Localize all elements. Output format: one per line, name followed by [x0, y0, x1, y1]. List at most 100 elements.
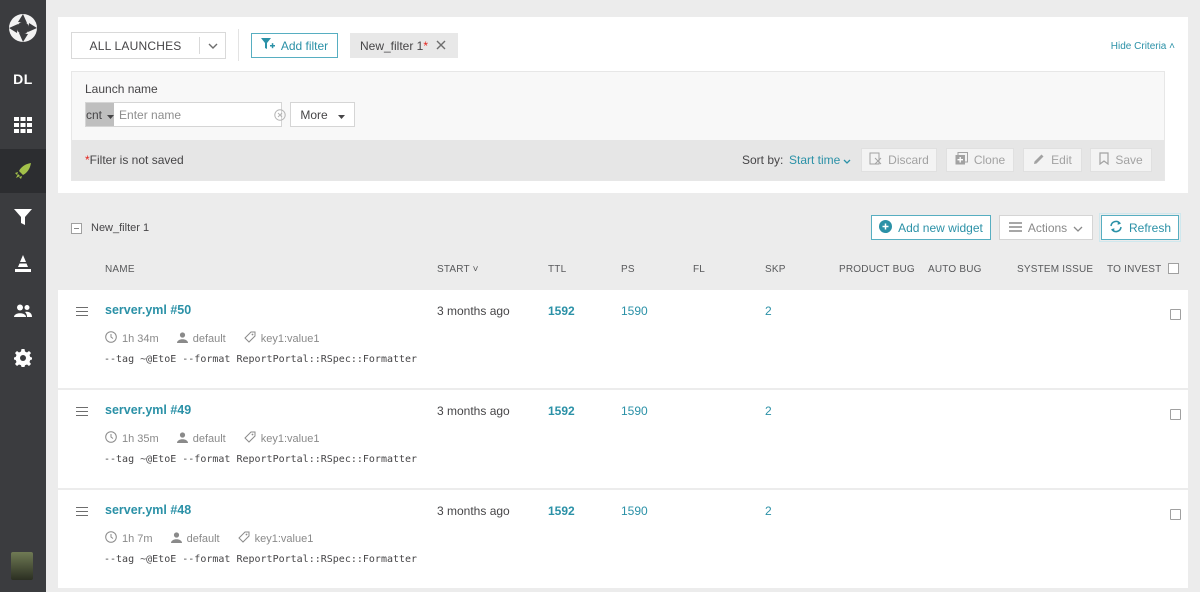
col-name[interactable]: NAME: [105, 264, 135, 275]
filters-icon[interactable]: [0, 195, 46, 239]
launch-meta: 1h 7m default key1:value1: [105, 531, 325, 546]
launch-meta: 1h 35m default key1:value1: [105, 431, 331, 446]
launch-name-link[interactable]: server.yml #49: [105, 403, 191, 417]
launch-name-input[interactable]: [114, 103, 275, 126]
launches-list: New_filter 1 Add new widget Actions Refr…: [58, 203, 1188, 592]
col-ttl[interactable]: TTL: [548, 264, 566, 275]
user-icon: [170, 531, 182, 546]
clock-icon: [105, 531, 117, 546]
menu-icon[interactable]: [76, 307, 88, 316]
tag-icon: [237, 531, 250, 546]
avatar[interactable]: [11, 552, 33, 580]
sort-by-label: Sort by:: [742, 153, 784, 167]
actions-dropdown[interactable]: Actions: [999, 215, 1093, 240]
launch-description: --tag ~@EtoE --format ReportPortal::RSpe…: [104, 354, 418, 365]
tag-icon: [244, 431, 256, 446]
add-filter-button[interactable]: Add filter: [251, 33, 338, 58]
start-time: 3 months ago: [437, 504, 510, 518]
refresh-button[interactable]: Refresh: [1099, 213, 1181, 242]
plus-circle-icon: [879, 219, 893, 236]
tag[interactable]: key1:value1: [255, 533, 314, 545]
sidebar: DL: [0, 0, 46, 592]
launch-description: --tag ~@EtoE --format ReportPortal::RSpe…: [104, 554, 418, 565]
table-row: server.yml #48 1h 7m default key1:value1…: [58, 490, 1188, 588]
row-checkbox[interactable]: [1170, 309, 1181, 320]
col-start[interactable]: START ˅: [437, 264, 479, 275]
ttl-count[interactable]: 1592: [548, 304, 575, 318]
col-to-invest[interactable]: TO INVEST: [1107, 264, 1161, 275]
ps-count[interactable]: 1590: [621, 404, 648, 418]
unsaved-star: *: [423, 38, 429, 53]
launch-name-link[interactable]: server.yml #50: [105, 303, 191, 317]
members-icon[interactable]: [0, 289, 46, 333]
menu-icon[interactable]: [76, 407, 88, 416]
ttl-count[interactable]: 1592: [548, 504, 575, 518]
debug-icon[interactable]: [0, 242, 46, 286]
refresh-icon: [1109, 220, 1123, 236]
collapse-all-checkbox[interactable]: [71, 223, 82, 234]
logo-icon[interactable]: [0, 6, 46, 50]
select-all-checkbox[interactable]: [1168, 263, 1179, 274]
close-icon[interactable]: [436, 39, 446, 53]
filter-chip-new-filter-1[interactable]: New_filter 1*: [350, 33, 458, 58]
edit-button[interactable]: Edit: [1023, 148, 1082, 172]
settings-icon[interactable]: [0, 336, 46, 380]
owner[interactable]: default: [193, 333, 226, 345]
duration: 1h 34m: [122, 332, 159, 345]
project-dl[interactable]: DL: [0, 57, 46, 101]
menu-icon[interactable]: [76, 507, 88, 516]
tag-icon: [244, 331, 256, 346]
ps-count[interactable]: 1590: [621, 504, 648, 518]
tag[interactable]: key1:value1: [261, 433, 320, 445]
caret-down-icon: [107, 108, 115, 122]
launch-meta: 1h 34m default key1:value1: [105, 331, 331, 346]
all-launches-dropdown[interactable]: ALL LAUNCHES: [71, 32, 226, 59]
menu-icon: [1008, 221, 1022, 235]
more-button[interactable]: More: [290, 102, 355, 127]
chevron-down-icon: [843, 153, 851, 167]
skp-count[interactable]: 2: [765, 304, 772, 318]
launch-name-field: cnt: [85, 102, 286, 127]
condition-select[interactable]: cnt: [86, 103, 115, 126]
add-widget-label: Add new widget: [898, 220, 983, 235]
skp-count[interactable]: 2: [765, 504, 772, 518]
more-label: More: [300, 107, 328, 122]
hide-criteria-link[interactable]: Hide Criteria ˄: [1111, 41, 1175, 52]
not-saved-text: Filter is not saved: [89, 153, 184, 167]
launch-name-link[interactable]: server.yml #48: [105, 503, 191, 517]
launches-icon[interactable]: [0, 149, 46, 193]
ps-count[interactable]: 1590: [621, 304, 648, 318]
col-system-issue[interactable]: SYSTEM ISSUE: [1017, 264, 1093, 275]
row-checkbox[interactable]: [1170, 509, 1181, 520]
chevron-down-icon[interactable]: [199, 37, 225, 54]
launch-description: --tag ~@EtoE --format ReportPortal::RSpe…: [104, 454, 418, 465]
ttl-count[interactable]: 1592: [548, 404, 575, 418]
clear-input-icon[interactable]: [274, 103, 286, 126]
user-icon: [176, 431, 188, 446]
col-skp[interactable]: SKP: [765, 264, 786, 275]
save-button[interactable]: Save: [1090, 148, 1152, 172]
clone-label: Clone: [973, 153, 1006, 167]
col-auto-bug[interactable]: AUTO BUG: [928, 264, 982, 275]
chevron-down-icon: [1073, 221, 1083, 235]
sort-by-select[interactable]: Start time: [789, 153, 851, 167]
chevron-up-icon: ˄: [1169, 41, 1175, 52]
row-checkbox[interactable]: [1170, 409, 1181, 420]
clone-button[interactable]: Clone: [946, 148, 1014, 172]
filter-criteria: Launch name cnt More *Filter is not save…: [71, 71, 1165, 181]
hide-criteria-label: Hide Criteria: [1110, 41, 1167, 52]
not-saved-message: *Filter is not saved: [85, 153, 184, 167]
table-row: server.yml #50 1h 34m default key1:value…: [58, 290, 1188, 388]
owner[interactable]: default: [187, 533, 220, 545]
col-ps[interactable]: PS: [621, 264, 635, 275]
add-new-widget-button[interactable]: Add new widget: [871, 215, 991, 240]
discard-button[interactable]: Discard: [861, 148, 937, 172]
skp-count[interactable]: 2: [765, 404, 772, 418]
edit-label: Edit: [1051, 153, 1072, 167]
dashboards-icon[interactable]: [0, 103, 46, 147]
tag[interactable]: key1:value1: [261, 333, 320, 345]
criteria-footer: *Filter is not saved Sort by: Start time…: [72, 140, 1164, 180]
col-product-bug[interactable]: PRODUCT BUG: [839, 264, 915, 275]
col-fl[interactable]: FL: [693, 264, 705, 275]
owner[interactable]: default: [193, 433, 226, 445]
